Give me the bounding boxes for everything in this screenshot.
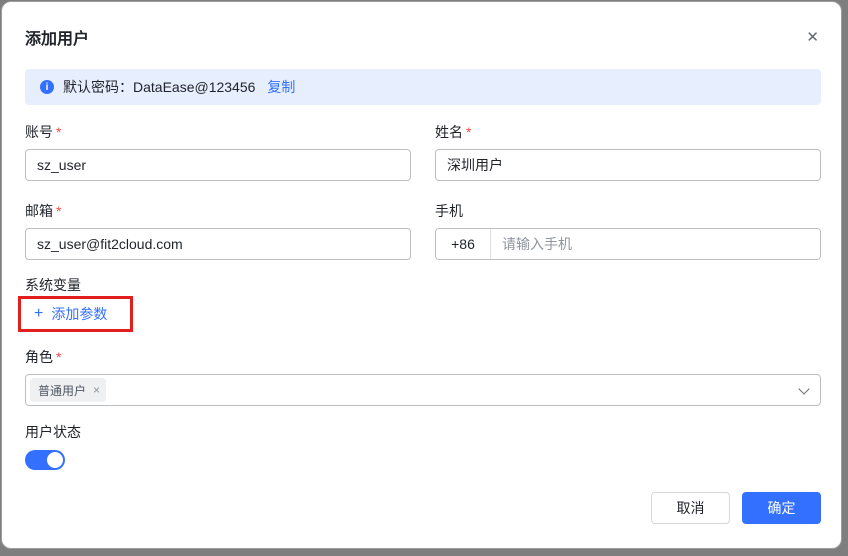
email-label-text: 邮箱 [25, 203, 53, 219]
required-mark: * [466, 124, 472, 140]
system-variables-section: 系统变量 + 添加参数 [18, 275, 821, 332]
dialog-footer: 取消 确定 [25, 492, 821, 524]
role-tag-label: 普通用户 [38, 383, 87, 398]
tag-close-icon[interactable]: × [93, 384, 100, 396]
chevron-down-icon [798, 383, 810, 395]
role-section: 角色 * 普通用户 × [25, 347, 821, 406]
phone-label-text: 手机 [435, 203, 463, 219]
phone-input[interactable] [491, 229, 820, 259]
phone-country-code[interactable]: +86 [436, 229, 491, 259]
user-status-toggle[interactable] [25, 450, 65, 470]
dialog-title: 添加用户 [25, 31, 90, 48]
phone-label: 手机 [435, 201, 821, 221]
required-mark: * [56, 124, 62, 140]
plus-icon: + [34, 305, 44, 322]
copy-password-link[interactable]: 复制 [267, 77, 295, 97]
toggle-knob [47, 452, 63, 468]
close-icon[interactable]: ✕ [804, 28, 821, 48]
phone-input-wrap: +86 [435, 228, 821, 260]
name-label: 姓名 * [435, 122, 821, 142]
phone-field-group: 手机 +86 [435, 201, 821, 260]
add-parameter-link[interactable]: + 添加参数 [34, 304, 107, 324]
default-password-text: 默认密码：DataEase@123456 [63, 79, 256, 95]
email-label: 邮箱 * [25, 201, 411, 221]
info-icon: i [40, 80, 54, 94]
account-field-group: 账号 * [25, 122, 411, 181]
name-field-group: 姓名 * [435, 122, 821, 181]
name-input[interactable] [435, 149, 821, 181]
account-input[interactable] [25, 149, 411, 181]
add-user-dialog: 添加用户 ✕ i 默认密码：DataEase@123456 复制 账号* 姓名*… [1, 1, 842, 549]
dialog-header: 添加用户 ✕ [25, 28, 821, 52]
account-label-text: 账号 [25, 124, 53, 140]
role-select[interactable]: 普通用户 × [25, 374, 821, 406]
role-label: 角色 * [25, 347, 821, 367]
user-status-label: 用户状态 [25, 424, 81, 440]
add-parameter-label: 添加参数 [51, 306, 108, 322]
required-mark: * [56, 349, 62, 365]
confirm-button[interactable]: 确定 [742, 492, 821, 524]
name-label-text: 姓名 [435, 124, 463, 140]
add-parameter-row: + 添加参数 [18, 296, 133, 332]
user-form: 账号* 姓名* 邮箱* 手机 +86 [25, 122, 821, 260]
system-variables-label: 系统变量 [25, 277, 81, 293]
role-label-text: 角色 [25, 349, 53, 365]
default-password-banner: i 默认密码：DataEase@123456 复制 [25, 69, 821, 105]
required-mark: * [56, 203, 62, 219]
user-status-section: 用户状态 [25, 422, 821, 470]
email-input[interactable] [25, 228, 411, 260]
cancel-button[interactable]: 取消 [651, 492, 730, 524]
role-tag: 普通用户 × [30, 378, 107, 402]
account-label: 账号 * [25, 122, 411, 142]
email-field-group: 邮箱 * [25, 201, 411, 260]
